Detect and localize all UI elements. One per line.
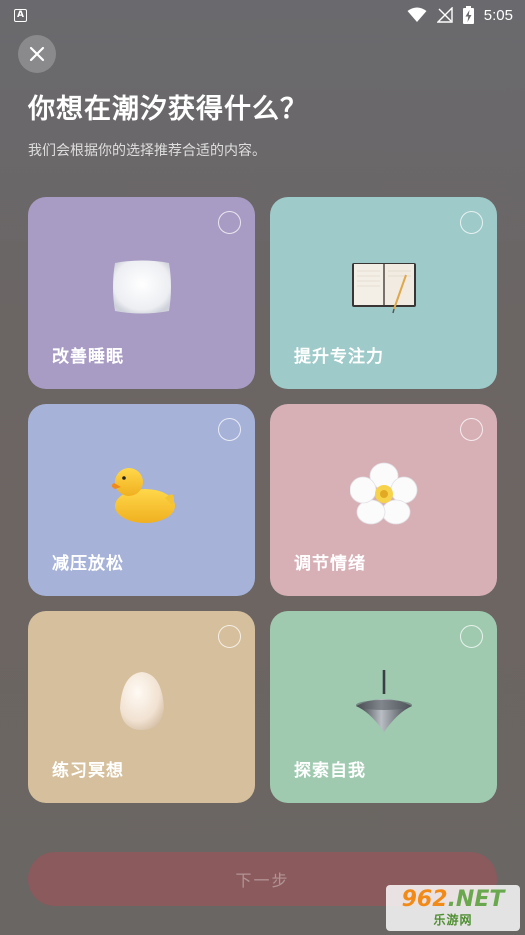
- option-label: 提升专注力: [294, 347, 384, 367]
- option-radio[interactable]: [460, 625, 483, 648]
- watermark-logo: 962.NET: [401, 886, 505, 912]
- goal-options-grid: 改善睡眠 提升专注力 减压放松 调节情绪 练习冥想 探索自我: [28, 197, 498, 803]
- status-bar: A 5:05: [0, 0, 525, 30]
- close-icon: [29, 46, 45, 62]
- page-subtitle: 我们会根据你的选择推荐合适的内容。: [28, 143, 266, 159]
- option-card-relax[interactable]: 减压放松: [28, 404, 255, 596]
- option-radio[interactable]: [218, 625, 241, 648]
- option-card-mood[interactable]: 调节情绪: [270, 404, 497, 596]
- status-left: A: [14, 8, 27, 22]
- spinning-top-icon: [354, 668, 414, 738]
- close-button[interactable]: [18, 35, 56, 73]
- page-title: 你想在潮汐获得什么？: [28, 94, 308, 125]
- pillow-icon: [111, 257, 173, 321]
- next-button-label: 下一步: [235, 873, 290, 890]
- option-radio[interactable]: [218, 211, 241, 234]
- watermark-number: 962: [401, 886, 448, 912]
- option-radio[interactable]: [460, 211, 483, 234]
- option-card-focus[interactable]: 提升专注力: [270, 197, 497, 389]
- status-time: 5:05: [483, 6, 513, 24]
- option-label: 练习冥想: [52, 761, 124, 781]
- watermark-caption: 乐游网: [433, 912, 473, 927]
- rubber-duck-icon: [107, 462, 177, 530]
- option-card-sleep[interactable]: 改善睡眠: [28, 197, 255, 389]
- flower-icon: [349, 462, 418, 530]
- watermark-suffix: .NET: [447, 886, 505, 912]
- app-notification-icon: A: [14, 8, 27, 22]
- site-watermark: 962.NET 乐游网: [386, 885, 520, 931]
- no-signal-icon: [436, 7, 453, 23]
- status-right: 5:05: [407, 6, 513, 24]
- option-card-explore[interactable]: 探索自我: [270, 611, 497, 803]
- option-label: 减压放松: [52, 554, 124, 574]
- option-radio[interactable]: [218, 418, 241, 441]
- option-label: 探索自我: [294, 761, 366, 781]
- battery-charging-icon: [462, 6, 474, 24]
- wifi-icon: [407, 7, 427, 22]
- notebook-icon: [348, 257, 420, 321]
- option-card-meditation[interactable]: 练习冥想: [28, 611, 255, 803]
- option-radio[interactable]: [460, 418, 483, 441]
- option-label: 调节情绪: [294, 554, 366, 574]
- option-label: 改善睡眠: [52, 347, 124, 367]
- egg-icon: [118, 670, 166, 736]
